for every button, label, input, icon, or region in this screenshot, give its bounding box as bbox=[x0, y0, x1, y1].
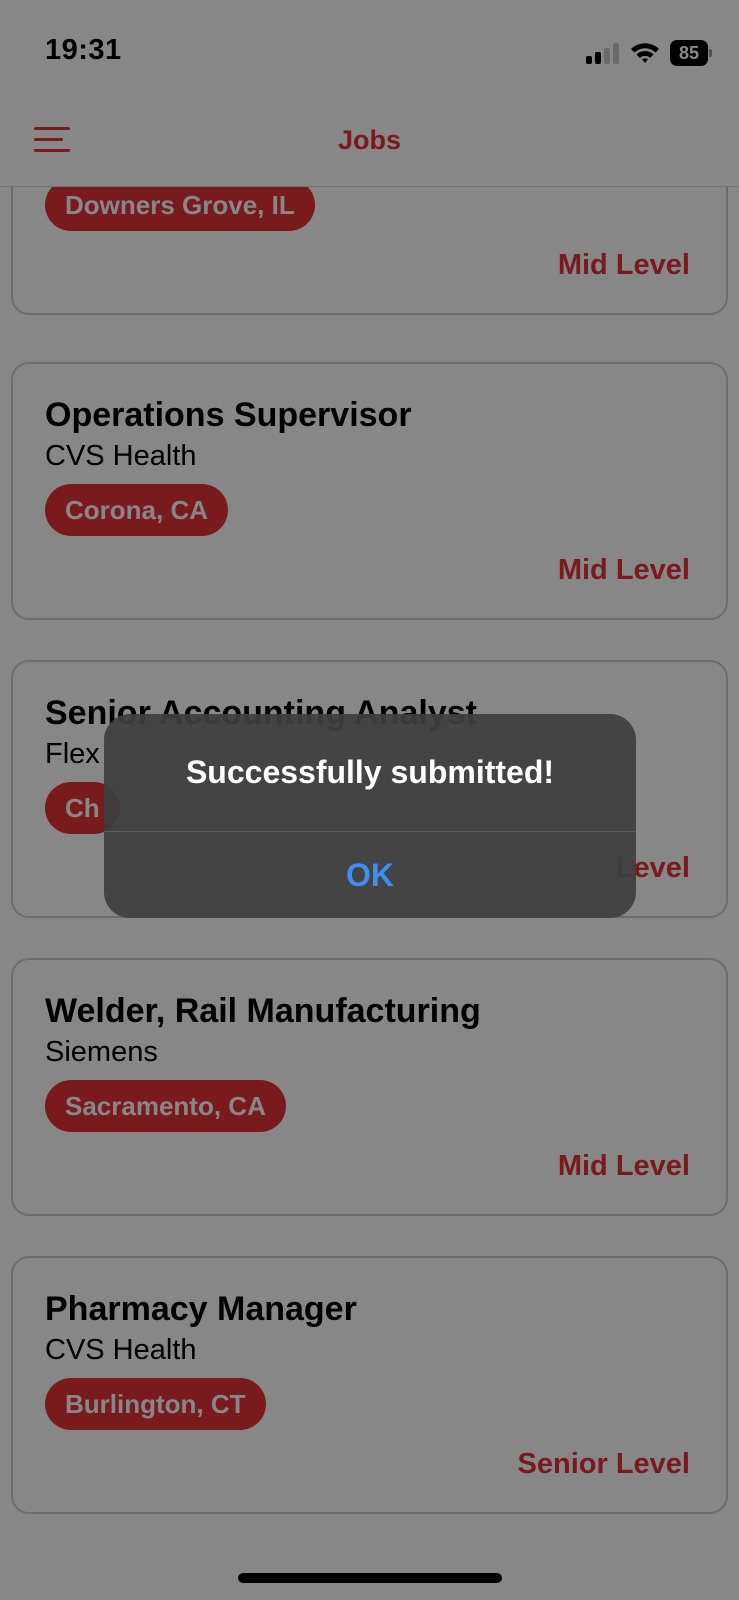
ok-button[interactable]: OK bbox=[104, 832, 636, 918]
jobs-screen: 19:31 85 Jobs Downers Grove, IL Mid Leve… bbox=[0, 0, 739, 1600]
alert-message: Successfully submitted! bbox=[185, 754, 555, 790]
success-alert-dialog: Successfully submitted! OK bbox=[104, 714, 636, 918]
home-indicator[interactable] bbox=[238, 1573, 502, 1583]
